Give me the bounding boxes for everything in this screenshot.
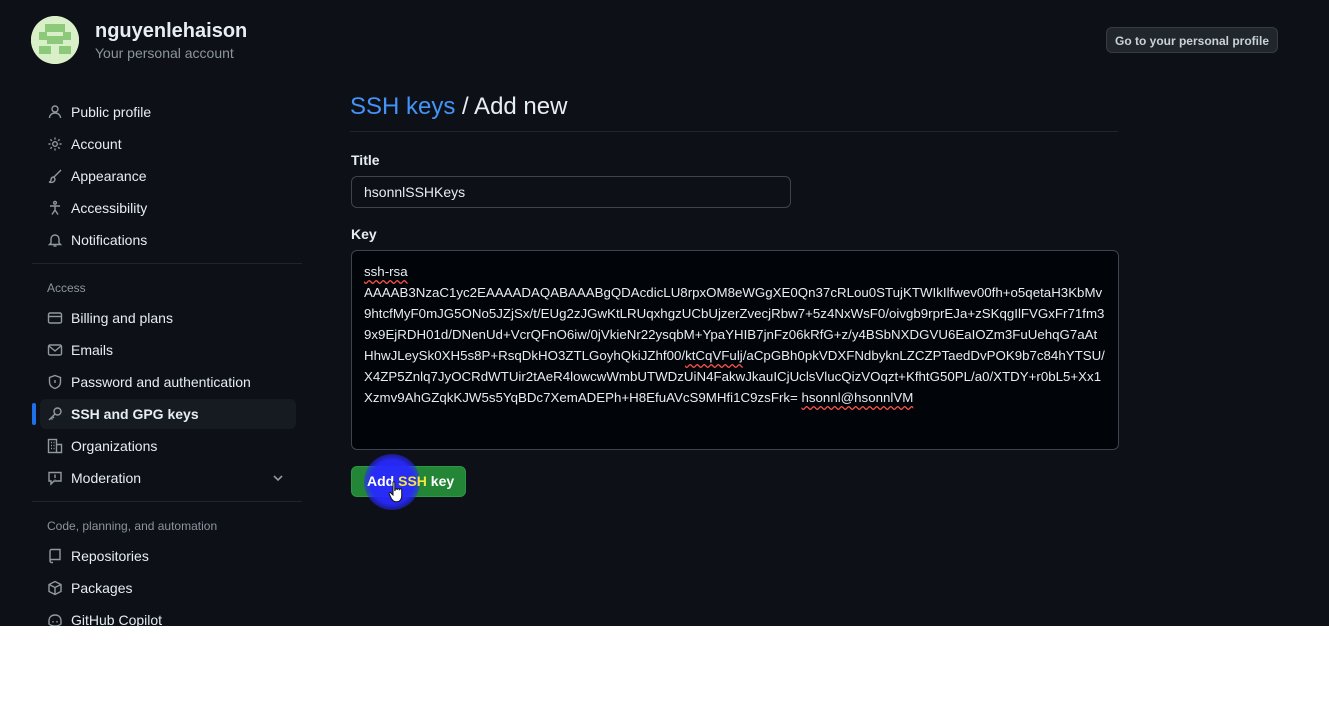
key-field-label: Key bbox=[351, 226, 377, 242]
sidebar-item-label: Repositories bbox=[71, 548, 149, 564]
sidebar-item-label: Emails bbox=[71, 342, 114, 358]
hand-pointer-icon bbox=[388, 480, 406, 509]
chevron-down-icon[interactable] bbox=[270, 470, 286, 489]
breadcrumb-current: / Add new bbox=[455, 93, 568, 120]
sidebar-item-label: Organizations bbox=[71, 438, 158, 454]
sidebar-item-password-auth[interactable]: Password and authentication bbox=[40, 367, 296, 397]
avatar[interactable] bbox=[31, 16, 79, 64]
go-to-profile-button[interactable]: Go to your personal profile bbox=[1106, 27, 1278, 53]
sidebar-item-appearance[interactable]: Appearance bbox=[40, 161, 296, 191]
sidebar-item-billing[interactable]: Billing and plans bbox=[40, 303, 296, 333]
bell-icon bbox=[47, 232, 63, 248]
copilot-icon bbox=[47, 612, 63, 626]
report-icon bbox=[47, 470, 63, 486]
sidebar-item-copilot[interactable]: GitHub Copilot bbox=[40, 605, 296, 626]
key-content: AAAAB3NzaC1yc2EAAAADAQABAAABgQDAcdicLU8r… bbox=[364, 285, 1105, 405]
sidebar-item-label: SSH and GPG keys bbox=[71, 406, 199, 422]
sidebar-item-label: Moderation bbox=[71, 470, 142, 486]
sidebar-item-label: GitHub Copilot bbox=[71, 612, 163, 626]
sidebar-item-accessibility[interactable]: Accessibility bbox=[40, 193, 296, 223]
sidebar-item-ssh-gpg-keys[interactable]: SSH and GPG keys bbox=[32, 399, 296, 429]
key-prefix: ssh-rsa bbox=[364, 264, 408, 279]
key-field[interactable]: ssh-rsa AAAAB3NzaC1yc2EAAAADAQABAAABgQDA… bbox=[351, 250, 1119, 450]
sidebar-item-label: Packages bbox=[71, 580, 133, 596]
sidebar-item-moderation[interactable]: Moderation bbox=[40, 463, 296, 493]
sidebar-item-notifications[interactable]: Notifications bbox=[40, 225, 296, 255]
settings-page: nguyenlehaison Your personal account Go … bbox=[0, 0, 1329, 626]
account-username[interactable]: nguyenlehaison bbox=[95, 20, 247, 43]
add-ssh-key-button-label: Add SSH key bbox=[367, 473, 455, 489]
breadcrumb-ssh-keys-link[interactable]: SSH keys bbox=[350, 93, 455, 120]
sidebar-item-label: Public profile bbox=[71, 104, 152, 120]
sidebar-item-label: Accessibility bbox=[71, 200, 148, 216]
package-icon bbox=[47, 580, 63, 596]
person-icon bbox=[47, 104, 63, 120]
sidebar-item-public-profile[interactable]: Public profile bbox=[40, 97, 296, 127]
section-label-code: Code, planning, and automation bbox=[47, 519, 218, 533]
sidebar-item-emails[interactable]: Emails bbox=[40, 335, 296, 365]
sidebar-item-label: Account bbox=[71, 136, 122, 152]
title-field[interactable] bbox=[351, 176, 791, 208]
mail-icon bbox=[47, 342, 63, 358]
sidebar-item-account[interactable]: Account bbox=[40, 129, 296, 159]
sidebar-item-repositories[interactable]: Repositories bbox=[40, 541, 296, 571]
sidebar-divider bbox=[32, 501, 302, 502]
sidebar-item-label: Password and authentication bbox=[71, 374, 251, 390]
paintbrush-icon bbox=[47, 168, 63, 184]
account-subtitle: Your personal account bbox=[95, 45, 234, 61]
page-title: SSH keys / Add new bbox=[350, 93, 567, 121]
title-divider bbox=[350, 131, 1118, 132]
sidebar-item-label: Appearance bbox=[71, 168, 147, 184]
sidebar-item-label: Notifications bbox=[71, 232, 148, 248]
accessibility-icon bbox=[47, 200, 63, 216]
repo-icon bbox=[47, 548, 63, 564]
key-icon bbox=[47, 406, 63, 422]
title-field-label: Title bbox=[351, 152, 380, 168]
shield-icon bbox=[47, 374, 63, 390]
sidebar-divider bbox=[32, 263, 302, 264]
sidebar-item-organizations[interactable]: Organizations bbox=[40, 431, 296, 461]
gear-icon bbox=[47, 136, 63, 152]
credit-card-icon bbox=[47, 310, 63, 326]
sidebar-item-label: Billing and plans bbox=[71, 310, 173, 326]
section-label-access: Access bbox=[47, 281, 86, 295]
organization-icon bbox=[47, 438, 63, 454]
sidebar-item-packages[interactable]: Packages bbox=[40, 573, 296, 603]
